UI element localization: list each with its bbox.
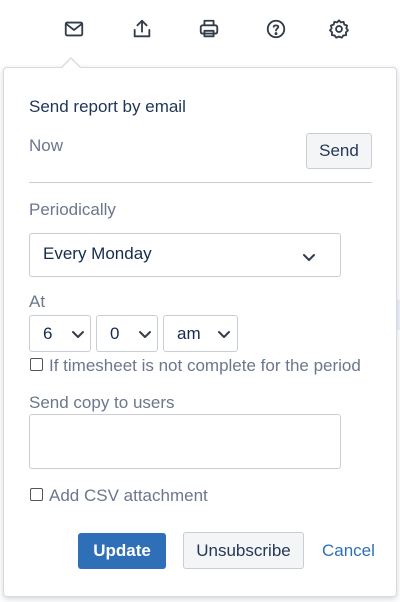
help-button[interactable] (261, 14, 291, 44)
csv-attachment-checkbox[interactable] (30, 488, 43, 501)
settings-icon (329, 19, 349, 39)
ampm-select-value: am (177, 324, 201, 343)
at-label: At (29, 292, 46, 311)
print-button[interactable] (194, 14, 224, 44)
report-toolbar (0, 0, 400, 62)
send-copy-label: Send copy to users (29, 393, 175, 412)
email-button[interactable] (59, 14, 89, 44)
hour-select-value: 6 (43, 324, 53, 343)
now-label: Now (29, 136, 64, 155)
chevron-down-icon (139, 331, 151, 338)
settings-button[interactable] (324, 14, 354, 44)
chevron-down-icon (218, 331, 230, 338)
divider (29, 182, 372, 183)
period-select-value: Every Monday (43, 244, 152, 263)
periodically-label: Periodically (29, 200, 116, 219)
csv-attachment-label: Add CSV attachment (49, 486, 208, 505)
cancel-link[interactable]: Cancel (322, 541, 375, 561)
print-icon (199, 19, 219, 38)
export-button[interactable] (127, 14, 157, 44)
minute-select[interactable]: 0 (96, 315, 158, 352)
export-icon (133, 19, 151, 38)
hour-select[interactable]: 6 (29, 315, 91, 352)
period-select[interactable]: Every Monday (29, 233, 341, 277)
mail-icon (64, 21, 84, 37)
copy-users-input[interactable] (29, 414, 341, 469)
minute-select-value: 0 (110, 324, 120, 343)
popup-title: Send report by email (29, 97, 186, 116)
unsubscribe-button[interactable]: Unsubscribe (183, 532, 304, 569)
incomplete-timesheet-label: If timesheet is not complete for the per… (49, 356, 361, 375)
chevron-down-icon (303, 254, 315, 261)
update-button[interactable]: Update (78, 533, 166, 569)
help-icon (266, 19, 286, 39)
send-button[interactable]: Send (306, 133, 372, 169)
ampm-select[interactable]: am (163, 315, 238, 352)
incomplete-timesheet-checkbox[interactable] (30, 358, 43, 371)
popup-caret-fill (61, 59, 81, 69)
chevron-down-icon (72, 331, 84, 338)
